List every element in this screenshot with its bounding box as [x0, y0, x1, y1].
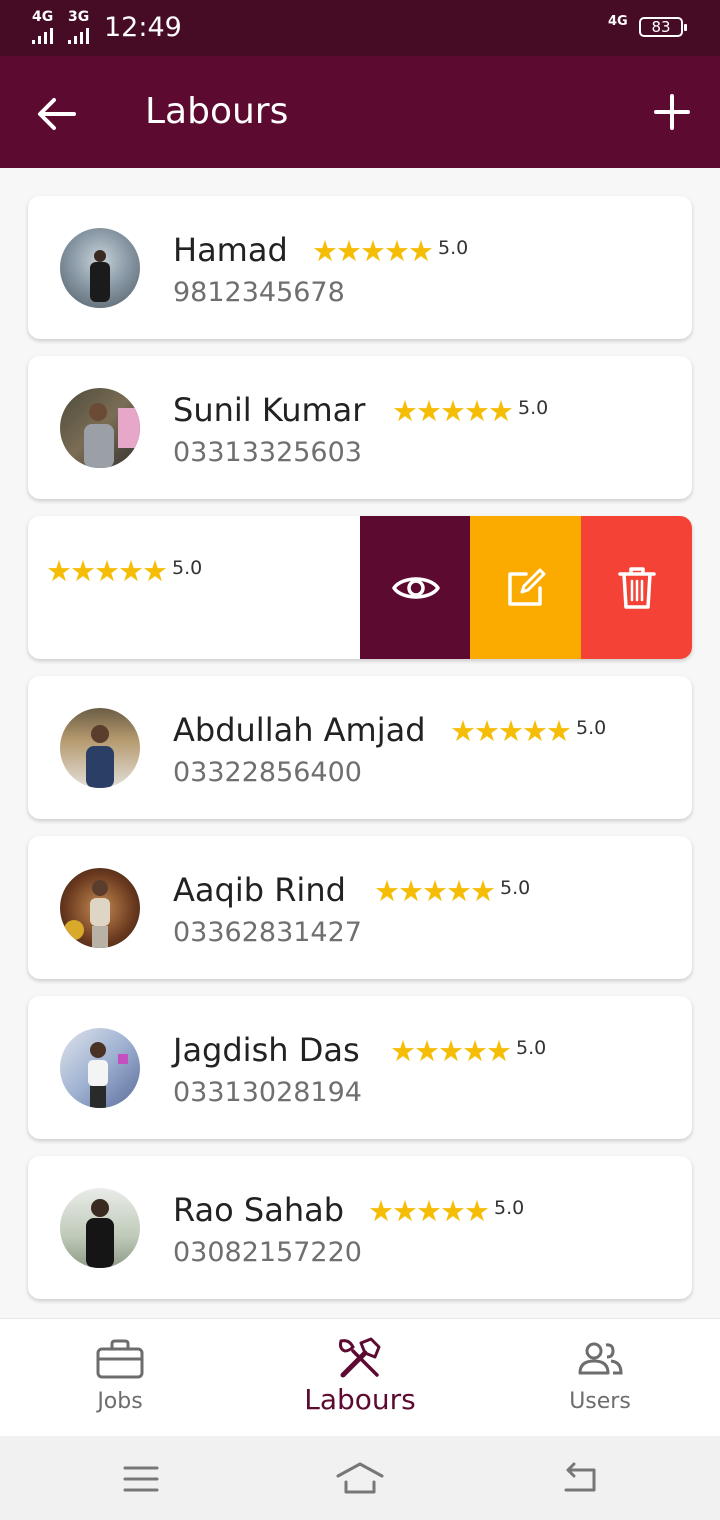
nav-label-labours: Labours [304, 1383, 416, 1416]
page-title: Labours [145, 91, 289, 132]
avatar [60, 868, 140, 948]
star-rating-icons: ★★★★★ [392, 394, 514, 428]
nav-label-jobs: Jobs [97, 1389, 143, 1414]
labour-card[interactable]: Aaqib Rind ★★★★★ 5.0 03362831427 [28, 836, 692, 979]
labour-card[interactable]: Abdullah Amjad ★★★★★ 5.0 03322856400 [28, 676, 692, 819]
battery-icon: 83 [639, 17, 687, 37]
eye-icon [391, 576, 440, 599]
rating: ★★★★★ 5.0 [374, 876, 530, 906]
rating-value: 5.0 [438, 237, 469, 259]
star-rating-icons: ★★★★★ [46, 554, 168, 588]
labour-card[interactable]: Rao Sahab ★★★★★ 5.0 03082157220 [28, 1156, 692, 1299]
rating: ★★★★★ 5.0 [390, 1036, 546, 1066]
view-button[interactable] [360, 516, 471, 659]
rating-value: 5.0 [576, 717, 607, 739]
star-rating-icons: ★★★★★ [368, 1194, 490, 1228]
labour-list[interactable]: Hamad ★★★★★ 5.0 9812345678 Sunil Kumar ★… [0, 168, 720, 1318]
nav-item-users[interactable]: Users [480, 1319, 720, 1437]
rating: ★★★★★ 5.0 [450, 716, 606, 746]
signal-icon: 4G [32, 9, 54, 44]
nav-item-jobs[interactable]: Jobs [0, 1319, 240, 1437]
labour-card[interactable]: Hamad ★★★★★ 5.0 9812345678 [28, 196, 692, 339]
system-nav-bar [0, 1436, 720, 1520]
labour-card-swiped[interactable]: ★★★★★ 5.0 [28, 516, 692, 659]
add-labour-button[interactable] [652, 92, 692, 132]
labour-phone: 03322856400 [173, 757, 362, 788]
plus-icon [654, 94, 690, 130]
rating: ★★★★★ 5.0 [392, 396, 548, 426]
back-button[interactable] [34, 92, 78, 136]
labour-phone: 03313325603 [173, 437, 362, 468]
rating-value: 5.0 [172, 557, 203, 579]
avatar [60, 228, 140, 308]
back-nav-icon[interactable] [560, 1462, 598, 1496]
star-rating-icons: ★★★★★ [374, 874, 496, 908]
nav-item-labours[interactable]: Labours [240, 1319, 480, 1437]
home-icon[interactable] [336, 1460, 384, 1496]
clock: 12:49 [104, 12, 182, 43]
labour-phone: 03362831427 [173, 917, 362, 948]
signal-icon-2: 3G [68, 9, 90, 44]
users-icon [578, 1342, 623, 1375]
labour-card[interactable]: Jagdish Das ★★★★★ 5.0 03313028194 [28, 996, 692, 1139]
rating: ★★★★★ 5.0 [368, 1196, 524, 1226]
star-rating-icons: ★★★★★ [390, 1034, 512, 1068]
star-rating-icons: ★★★★★ [450, 714, 572, 748]
bottom-nav: Jobs Labours Users [0, 1318, 720, 1437]
network-type-1: 4G [32, 9, 54, 25]
data-network-indicator: 4G [608, 14, 628, 29]
app-bar: Labours [0, 56, 720, 168]
labour-name: Jagdish Das [173, 1031, 360, 1069]
labour-card[interactable]: Sunil Kumar ★★★★★ 5.0 03313325603 [28, 356, 692, 499]
nav-label-users: Users [569, 1389, 631, 1414]
arrow-left-icon [38, 98, 76, 130]
tools-icon [339, 1337, 381, 1378]
trash-icon [617, 566, 656, 609]
delete-button[interactable] [581, 516, 692, 659]
labour-phone: 03313028194 [173, 1077, 362, 1108]
status-bar: 4G 3G 12:49 4G 83 [0, 0, 720, 56]
labour-name: Abdullah Amjad [173, 711, 426, 749]
labour-phone: 03082157220 [173, 1237, 362, 1268]
rating-value: 5.0 [518, 397, 549, 419]
edit-icon [507, 568, 545, 606]
briefcase-icon [96, 1339, 144, 1379]
avatar [60, 708, 140, 788]
network-type-2: 3G [68, 9, 90, 25]
labour-name: Sunil Kumar [173, 391, 366, 429]
labour-name: Aaqib Rind [173, 871, 346, 909]
rating: ★★★★★ 5.0 [312, 236, 468, 266]
edit-button[interactable] [470, 516, 581, 659]
avatar [60, 1028, 140, 1108]
labour-name: Rao Sahab [173, 1191, 345, 1229]
avatar [60, 388, 140, 468]
rating-value: 5.0 [494, 1197, 525, 1219]
labour-phone: 9812345678 [173, 277, 345, 308]
avatar [60, 1188, 140, 1268]
rating-value: 5.0 [516, 1037, 547, 1059]
menu-icon[interactable] [123, 1464, 159, 1494]
labour-name: Hamad [173, 231, 288, 269]
star-rating-icons: ★★★★★ [312, 234, 434, 268]
rating-value: 5.0 [500, 877, 531, 899]
rating: ★★★★★ 5.0 [46, 556, 202, 586]
